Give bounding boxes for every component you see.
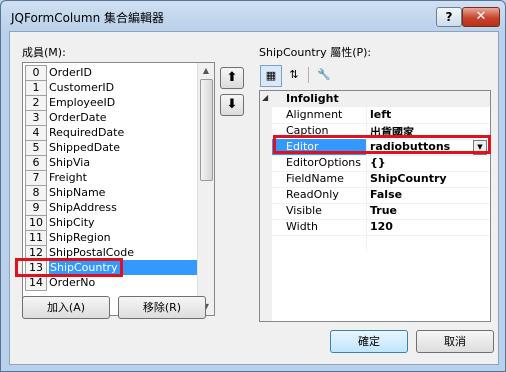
member-index: 2	[25, 95, 47, 111]
member-name: CustomerID	[49, 81, 115, 94]
member-name: OrderDate	[49, 111, 107, 124]
member-list-item[interactable]: 3 OrderDate	[23, 110, 199, 126]
property-row-visible[interactable]: Visible True	[272, 203, 490, 220]
member-name: ShipName	[49, 186, 106, 199]
member-name: ShipCity	[49, 216, 95, 229]
property-row-readonly[interactable]: ReadOnly False	[272, 187, 490, 204]
member-list-item[interactable]: 5 ShippedDate	[23, 140, 199, 156]
member-list-item[interactable]: 2 EmployeeID	[23, 95, 199, 111]
properties-label: ShipCountry 屬性(P):	[259, 46, 372, 59]
property-name: EditorOptions	[286, 156, 361, 169]
property-value: {}	[370, 156, 386, 169]
member-list-item[interactable]: 4 RequiredDate	[23, 125, 199, 141]
scroll-up-arrow-icon[interactable]: ▲	[198, 63, 214, 79]
remove-button[interactable]: 移除(R)	[118, 296, 206, 319]
alphabetical-sort-icon[interactable]: ⇅	[284, 65, 304, 85]
help-button[interactable]: ?	[436, 7, 462, 27]
collapse-triangle-icon[interactable]: ◢	[262, 93, 268, 102]
collection-editor-window: JQFormColumn 集合編輯器 ? ✕ 成員(M): 0 OrderID 1 C…	[0, 0, 506, 372]
window-title: JQFormColumn 集合編輯器	[11, 11, 164, 25]
member-name: ShipVia	[49, 156, 91, 169]
scrollbar-thumb[interactable]	[200, 79, 213, 181]
member-name: Freight	[49, 171, 87, 184]
member-name: OrderNo	[49, 276, 96, 289]
property-name: Visible	[286, 204, 322, 217]
member-list-item[interactable]: 8 ShipName	[23, 185, 199, 201]
close-button[interactable]: ✕	[462, 7, 500, 27]
property-grid-toolbar: ▦ ⇅ 🔧	[260, 65, 340, 87]
property-row-fieldname[interactable]: FieldName ShipCountry	[272, 171, 490, 188]
members-label: 成員(M):	[22, 46, 66, 59]
member-index: 7	[25, 170, 47, 186]
property-row-width[interactable]: Width 120	[272, 219, 490, 236]
member-index: 1	[25, 80, 47, 96]
property-name: FieldName	[286, 172, 344, 185]
member-name: ShipRegion	[49, 231, 111, 244]
member-index: 11	[25, 230, 47, 246]
member-index: 0	[25, 65, 47, 81]
property-grid[interactable]: ◢ Infolight Alignment left Caption 出貨國家 Edit…	[259, 90, 491, 322]
dialog-client-area: 成員(M): 0 OrderID 1 CustomerID 2 EmployeeID 3 Or…	[9, 31, 499, 365]
title-bar[interactable]: JQFormColumn 集合編輯器 ? ✕	[1, 1, 505, 31]
member-index: 8	[25, 185, 47, 201]
ok-button[interactable]: 確定	[330, 330, 408, 353]
member-name: EmployeeID	[49, 96, 116, 109]
toolbar-separator	[308, 67, 309, 83]
member-name: ShippedDate	[49, 141, 121, 154]
member-index: 4	[25, 125, 47, 141]
member-index: 9	[25, 200, 47, 216]
member-list-item[interactable]: 9 ShipAddress	[23, 200, 199, 216]
member-index: 3	[25, 110, 47, 126]
property-value: 120	[370, 220, 393, 233]
property-value: left	[370, 108, 392, 121]
add-button[interactable]: 加入(A)	[22, 296, 110, 319]
property-name: ReadOnly	[286, 188, 339, 201]
members-list[interactable]: 0 OrderID 1 CustomerID 2 EmployeeID 3 OrderDate…	[22, 62, 215, 316]
member-list-item[interactable]: 14 OrderNo	[23, 275, 199, 291]
member-index: 14	[25, 275, 47, 291]
member-list-item[interactable]: 10 ShipCity	[23, 215, 199, 231]
cancel-button[interactable]: 取消	[416, 330, 494, 353]
move-up-button[interactable]: ⬆	[220, 67, 244, 89]
property-name: Alignment	[286, 108, 343, 121]
property-value: False	[370, 188, 403, 201]
member-list-item[interactable]: 0 OrderID	[23, 65, 199, 81]
member-index: 5	[25, 140, 47, 156]
member-list-item[interactable]: 7 Freight	[23, 170, 199, 186]
property-row-editoroptions[interactable]: EditorOptions {}	[272, 155, 490, 172]
member-name: ShipAddress	[49, 201, 117, 214]
property-column-divider[interactable]	[366, 107, 367, 251]
category-label: Infolight	[286, 92, 339, 105]
property-row-alignment[interactable]: Alignment left	[272, 107, 490, 124]
member-name: RequiredDate	[49, 126, 125, 139]
member-name: OrderID	[49, 66, 92, 79]
member-list-item[interactable]: 1 CustomerID	[23, 80, 199, 96]
member-list-item[interactable]: 11 ShipRegion	[23, 230, 199, 246]
property-pages-wrench-icon[interactable]: 🔧	[314, 65, 334, 85]
property-value: ShipCountry	[370, 172, 447, 185]
member-index: 10	[25, 215, 47, 231]
move-down-button[interactable]: ⬇	[220, 94, 244, 116]
property-name: Width	[286, 220, 318, 233]
member-list-item[interactable]: 6 ShipVia	[23, 155, 199, 171]
categorized-view-icon[interactable]: ▦	[260, 65, 282, 87]
highlight-box-editor-property	[273, 135, 491, 154]
highlight-box-selected-member	[15, 258, 123, 277]
category-row[interactable]: ◢ Infolight	[260, 91, 490, 107]
member-index: 6	[25, 155, 47, 171]
property-value: True	[370, 204, 398, 217]
property-grid-gutter	[260, 91, 272, 321]
members-scrollbar[interactable]: ▲ ▼	[197, 63, 214, 315]
